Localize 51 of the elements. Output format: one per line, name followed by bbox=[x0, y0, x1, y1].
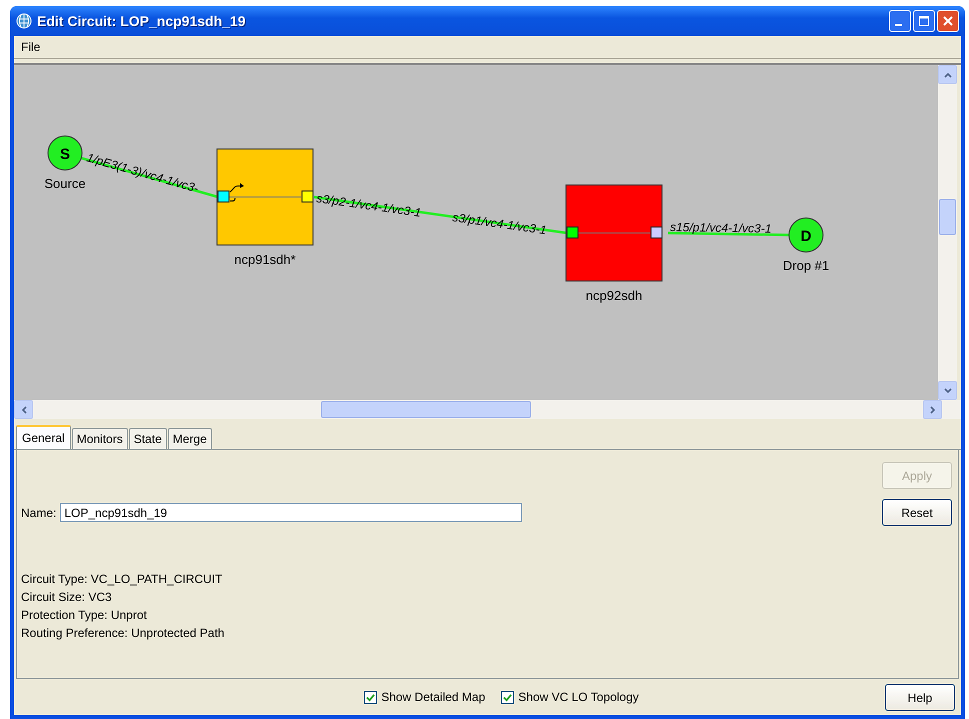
info-text: Circuit Size: VC3 bbox=[21, 590, 113, 604]
caret-left-icon bbox=[20, 406, 28, 414]
port-node[interactable] bbox=[218, 190, 230, 202]
close-button[interactable] bbox=[937, 10, 959, 32]
minimize-button[interactable] bbox=[889, 10, 911, 32]
info-text: Routing Preference: Unprotected Path bbox=[21, 626, 226, 640]
endpoint-node[interactable]: S bbox=[48, 136, 82, 170]
endpoint-label: Source bbox=[44, 176, 86, 191]
caret-up-icon bbox=[944, 70, 952, 78]
cross-connect-icon bbox=[230, 183, 244, 202]
globe-icon bbox=[16, 13, 32, 29]
close-icon bbox=[943, 16, 953, 26]
device-label: ncp92sdh bbox=[586, 288, 642, 303]
name-field[interactable]: LOP_ncp91sdh_19 bbox=[60, 503, 522, 522]
port-node[interactable] bbox=[566, 226, 578, 238]
name-label: Name: bbox=[21, 506, 56, 520]
scroll-thumb[interactable] bbox=[321, 401, 531, 418]
scroll-down-button[interactable] bbox=[938, 381, 957, 400]
tab[interactable]: Merge bbox=[168, 428, 212, 449]
link-label: s15/p1/vc4-1/vc3-1 bbox=[670, 220, 772, 236]
device-node[interactable] bbox=[566, 184, 662, 282]
horizontal-scrollbar[interactable] bbox=[14, 400, 961, 419]
caret-down-icon bbox=[944, 386, 952, 394]
tab[interactable]: State bbox=[128, 428, 167, 449]
menu-item[interactable]: File bbox=[18, 40, 44, 54]
help-button[interactable]: Help bbox=[885, 684, 955, 711]
vertical-scrollbar[interactable] bbox=[938, 65, 957, 400]
device-node[interactable] bbox=[216, 148, 314, 246]
port-node[interactable] bbox=[650, 226, 662, 238]
checkbox-label: Show VC LO Topology bbox=[518, 690, 639, 704]
info-text: Circuit Type: VC_LO_PATH_CIRCUIT bbox=[21, 572, 224, 586]
checkbox[interactable] bbox=[364, 690, 378, 704]
tab[interactable]: General bbox=[16, 425, 71, 449]
device-label: ncp91sdh* bbox=[234, 252, 296, 267]
scroll-thumb[interactable] bbox=[939, 199, 956, 235]
minimize-icon bbox=[894, 24, 902, 26]
endpoint-node[interactable]: D bbox=[788, 218, 824, 252]
scroll-up-button[interactable] bbox=[938, 65, 957, 84]
caret-right-icon bbox=[928, 406, 936, 414]
maximize-button[interactable] bbox=[913, 10, 935, 32]
tab[interactable]: Monitors bbox=[72, 428, 128, 449]
info-text: Protection Type: Unprot bbox=[21, 608, 148, 622]
checkbox-label: Show Detailed Map bbox=[381, 690, 486, 704]
endpoint-label: Drop #1 bbox=[782, 258, 830, 273]
checkbox[interactable] bbox=[501, 690, 514, 704]
scroll-left-button[interactable] bbox=[14, 400, 33, 419]
port-node[interactable] bbox=[302, 190, 314, 202]
action-button[interactable]: Reset bbox=[882, 499, 952, 526]
maximize-icon bbox=[919, 16, 929, 26]
window-title: Edit Circuit: LOP_ncp91sdh_19 bbox=[37, 13, 246, 29]
scroll-right-button[interactable] bbox=[923, 400, 942, 419]
